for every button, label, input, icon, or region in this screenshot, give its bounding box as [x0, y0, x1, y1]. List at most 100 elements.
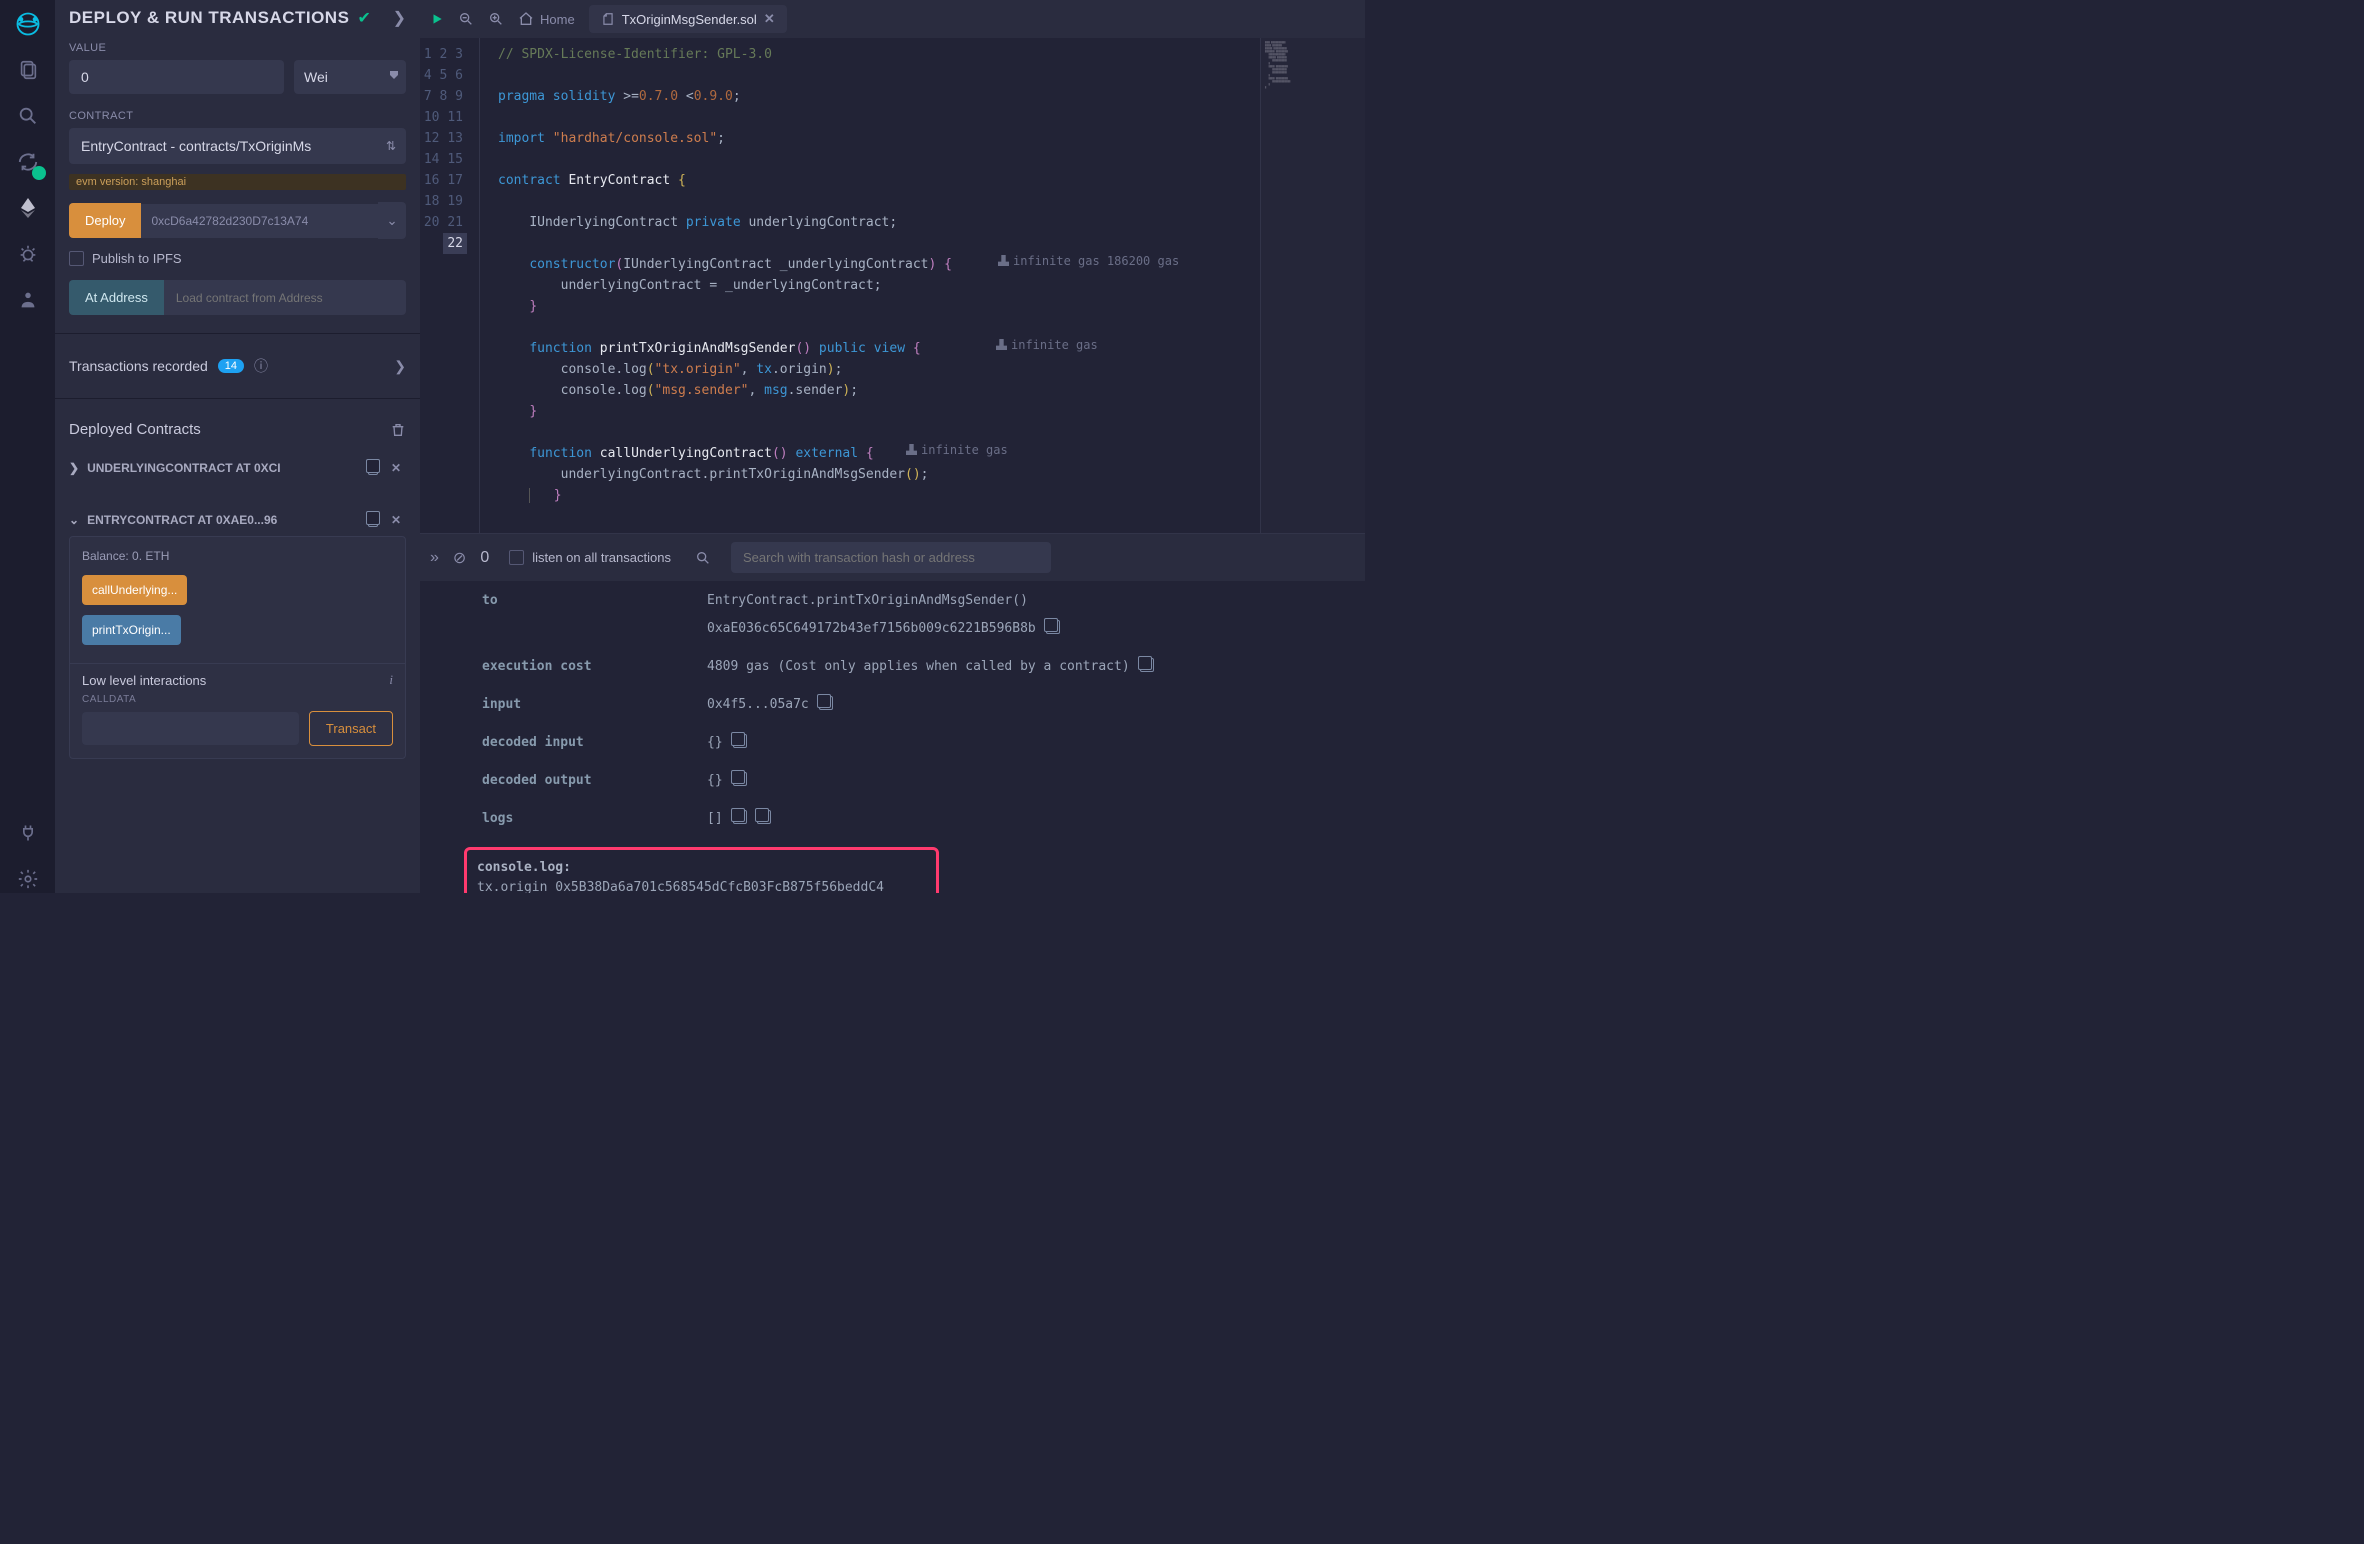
trash-icon[interactable]: [390, 422, 406, 438]
console-log-header: console.log:: [477, 858, 926, 878]
remix-logo-icon[interactable]: [14, 10, 42, 38]
value-input[interactable]: [69, 60, 284, 94]
transact-button[interactable]: Transact: [309, 711, 393, 746]
detail-to-value: EntryContract.printTxOriginAndMsgSender(…: [707, 591, 1028, 611]
gas-note-print: infinite gas: [996, 338, 1098, 352]
console-log-line-1: tx.origin 0x5B38Da6a701c568545dCfcB03FcB…: [477, 878, 926, 893]
detail-decoded-output-key: decoded output: [482, 771, 707, 791]
deploy-panel: DEPLOY & RUN TRANSACTIONS ✔ ❯ VALUE Wei …: [55, 0, 420, 893]
file-tab[interactable]: TxOriginMsgSender.sol ✕: [589, 5, 787, 33]
zoom-out-icon[interactable]: [458, 11, 474, 27]
tx-count-badge: 14: [218, 359, 244, 373]
detail-to-key: to: [482, 591, 707, 611]
listen-label: listen on all transactions: [532, 550, 671, 565]
settings-icon[interactable]: [14, 865, 42, 893]
chevron-right-icon: ❯: [69, 461, 79, 475]
at-address-input[interactable]: [164, 280, 406, 315]
detail-decoded-input-key: decoded input: [482, 733, 707, 753]
debugger-icon[interactable]: [14, 240, 42, 268]
calldata-label: CALLDATA: [82, 694, 393, 705]
gas-note-constructor: infinite gas 186200 gas: [998, 254, 1179, 268]
detail-exec-key: execution cost: [482, 657, 707, 677]
plug-icon[interactable]: [14, 819, 42, 847]
tx-recorded-label: Transactions recorded: [69, 358, 208, 374]
copy-icon[interactable]: [1046, 620, 1060, 634]
collapse-terminal-icon[interactable]: »: [430, 549, 439, 567]
detail-logs-key: logs: [482, 809, 707, 829]
detail-input-key: input: [482, 695, 707, 715]
chevron-down-icon: ⌄: [69, 513, 79, 527]
deploy-icon[interactable]: [14, 194, 42, 222]
value-label: VALUE: [55, 38, 420, 60]
balance-text: Balance: 0. ETH: [82, 549, 393, 563]
low-level-label: Low level interactions: [82, 673, 206, 688]
search-icon[interactable]: [14, 102, 42, 130]
copy-icon[interactable]: [358, 458, 378, 478]
code-editor[interactable]: 1 2 3 4 5 6 7 8 9 10 11 12 13 14 15 16 1…: [420, 38, 1365, 533]
clear-terminal-icon[interactable]: ⊘: [453, 548, 466, 568]
terminal-output[interactable]: toEntryContract.printTxOriginAndMsgSende…: [420, 581, 1365, 893]
close-tab-icon[interactable]: ✕: [764, 11, 775, 27]
copy-icon[interactable]: [358, 510, 378, 530]
at-address-button[interactable]: At Address: [69, 280, 164, 315]
deploy-expand-button[interactable]: ⌄: [378, 202, 406, 239]
compiled-check-icon: ✔: [357, 8, 370, 28]
run-icon[interactable]: [430, 12, 444, 26]
deployed-contract-1-header[interactable]: ❯ UNDERLYINGCONTRACT AT 0XCI ✕: [69, 452, 406, 484]
copy-icon[interactable]: [757, 810, 771, 824]
contract-label: CONTRACT: [55, 106, 420, 128]
console-log-box: console.log: tx.origin 0x5B38Da6a701c568…: [464, 847, 939, 893]
file-tab-label: TxOriginMsgSender.sol: [622, 12, 757, 27]
call-underlying-button[interactable]: callUnderlying...: [82, 575, 187, 605]
panel-collapse-icon[interactable]: ❯: [393, 8, 406, 28]
deployed-contracts-header: Deployed Contracts: [69, 421, 201, 438]
copy-icon[interactable]: [1140, 658, 1154, 672]
home-tab-label: Home: [540, 12, 575, 27]
terminal-panel: » ⊘ 0 listen on all transactions toEntry…: [420, 533, 1365, 893]
info-icon[interactable]: ⓘ: [254, 356, 268, 376]
publish-ipfs-label: Publish to IPFS: [92, 251, 182, 266]
copy-icon[interactable]: [733, 734, 747, 748]
code-content: // SPDX-License-Identifier: GPL-3.0 prag…: [480, 38, 1260, 533]
close-icon[interactable]: ✕: [386, 510, 406, 530]
deployed-contract-2-header[interactable]: ⌄ ENTRYCONTRACT AT 0XAE0...96 ✕: [69, 504, 406, 536]
gas-note-call: infinite gas: [906, 443, 1008, 457]
transactions-recorded-row[interactable]: Transactions recorded 14 ⓘ ❯: [55, 352, 420, 380]
deployed-contract-2-body: Balance: 0. ETH callUnderlying... printT…: [69, 536, 406, 759]
deployed-contract-2-name: ENTRYCONTRACT AT 0XAE0...96: [87, 513, 277, 527]
line-gutter: 1 2 3 4 5 6 7 8 9 10 11 12 13 14 15 16 1…: [420, 38, 480, 533]
unit-select[interactable]: Wei: [294, 60, 406, 94]
deploy-address: 0xcD6a42782d230D7c13A74: [141, 204, 378, 238]
chevron-right-icon: ❯: [394, 358, 406, 375]
icon-sidebar: [0, 0, 55, 893]
pending-count: 0: [480, 549, 489, 567]
detail-logs-value: []: [707, 809, 771, 829]
copy-icon[interactable]: [733, 772, 747, 786]
panel-title: DEPLOY & RUN TRANSACTIONS: [69, 8, 349, 28]
calldata-input[interactable]: [82, 712, 299, 745]
terminal-search-icon[interactable]: [695, 550, 711, 566]
close-icon[interactable]: ✕: [386, 458, 406, 478]
deployed-contract-1-name: UNDERLYINGCONTRACT AT 0XCI: [87, 461, 281, 475]
copy-icon[interactable]: [733, 810, 747, 824]
info-icon[interactable]: i: [389, 672, 393, 688]
contract-select[interactable]: EntryContract - contracts/TxOriginMs: [69, 128, 406, 164]
terminal-search-input[interactable]: [731, 542, 1051, 573]
detail-decoded-input-value: {}: [707, 733, 747, 753]
deploy-button[interactable]: Deploy: [69, 203, 141, 238]
listen-checkbox[interactable]: [509, 550, 524, 565]
detail-input-value: 0x4f5...05a7c: [707, 695, 833, 715]
minimap[interactable]: ████ ████████████ █████ ████████ ██████ …: [1260, 38, 1365, 533]
print-txorigin-button[interactable]: printTxOrigin...: [82, 615, 181, 645]
copy-icon[interactable]: [819, 696, 833, 710]
zoom-in-icon[interactable]: [488, 11, 504, 27]
compile-icon[interactable]: [14, 148, 42, 176]
detail-exec-value: 4809 gas (Cost only applies when called …: [707, 657, 1154, 677]
detail-to-addr: 0xaE036c65C649172b43ef7156b009c6221B596B…: [707, 619, 1060, 639]
evm-version-tag: evm version: shanghai: [69, 174, 406, 190]
home-tab[interactable]: Home: [518, 11, 575, 27]
plugin-manager-icon[interactable]: [14, 286, 42, 314]
detail-decoded-output-value: {}: [707, 771, 747, 791]
publish-ipfs-checkbox[interactable]: [69, 251, 84, 266]
file-explorer-icon[interactable]: [14, 56, 42, 84]
